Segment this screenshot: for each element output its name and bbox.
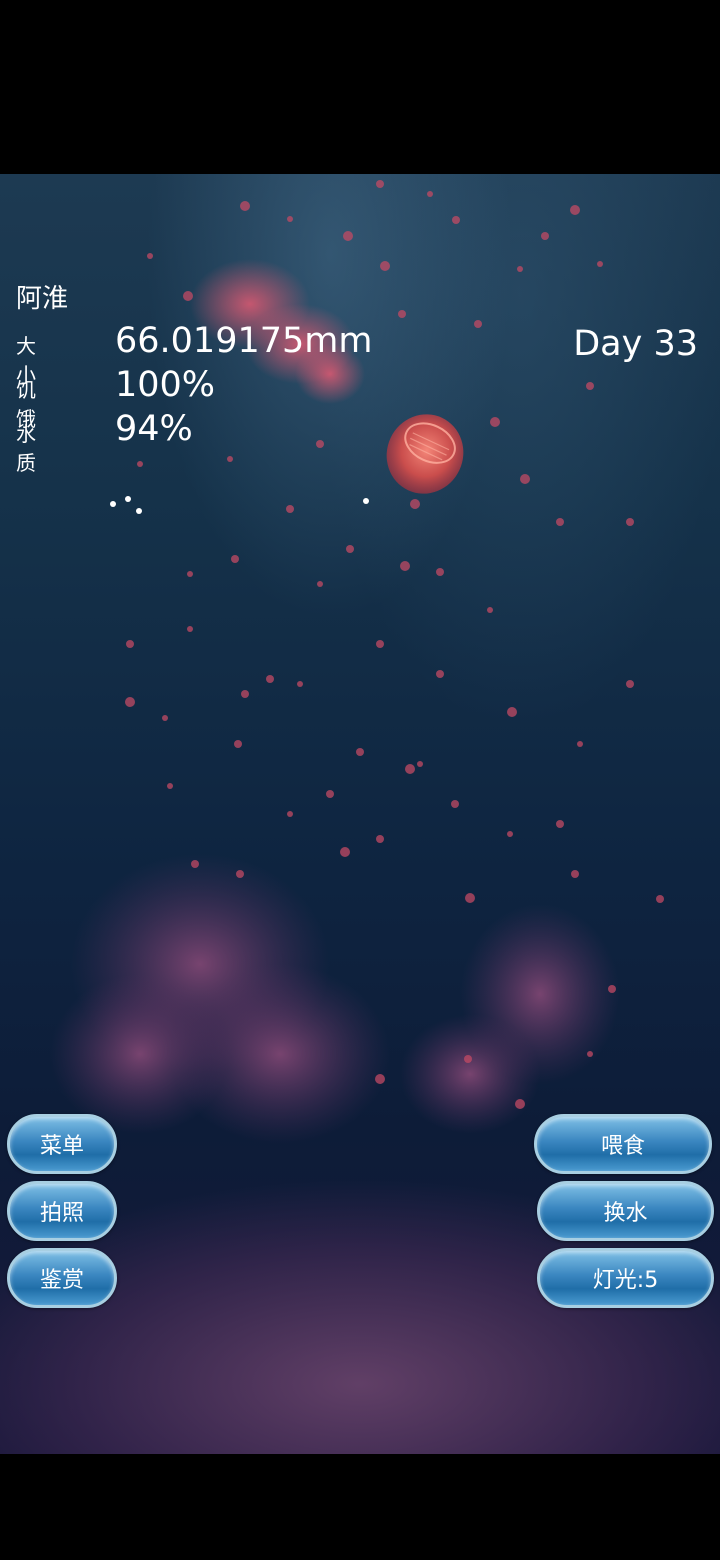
photo-button[interactable]: 拍照 — [7, 1181, 117, 1241]
aquarium-scene[interactable]: 阿淮 大小 66.019175mm 饥饿 100% 水质 94% Day 33 … — [0, 174, 720, 1454]
change-water-button[interactable]: 换水 — [537, 1181, 714, 1241]
menu-button[interactable]: 菜单 — [7, 1114, 117, 1174]
water-quality-value: 94% — [115, 409, 193, 449]
light-button[interactable]: 灯光:5 — [537, 1248, 714, 1308]
size-value: 66.019175mm — [115, 321, 373, 361]
feed-button[interactable]: 喂食 — [534, 1114, 712, 1174]
top-letterbox — [0, 0, 720, 174]
jellyfish[interactable] — [374, 402, 477, 507]
pet-name: 阿淮 — [16, 284, 69, 314]
bottom-letterbox — [0, 1454, 720, 1560]
coral-right — [400, 904, 620, 1134]
appreciate-button[interactable]: 鉴赏 — [7, 1248, 117, 1308]
food-pellets — [110, 496, 369, 514]
day-counter: Day 33 — [573, 324, 698, 364]
water-quality-label: 水质 — [16, 422, 36, 475]
coral-left — [50, 854, 390, 1144]
hunger-value: 100% — [115, 365, 216, 405]
